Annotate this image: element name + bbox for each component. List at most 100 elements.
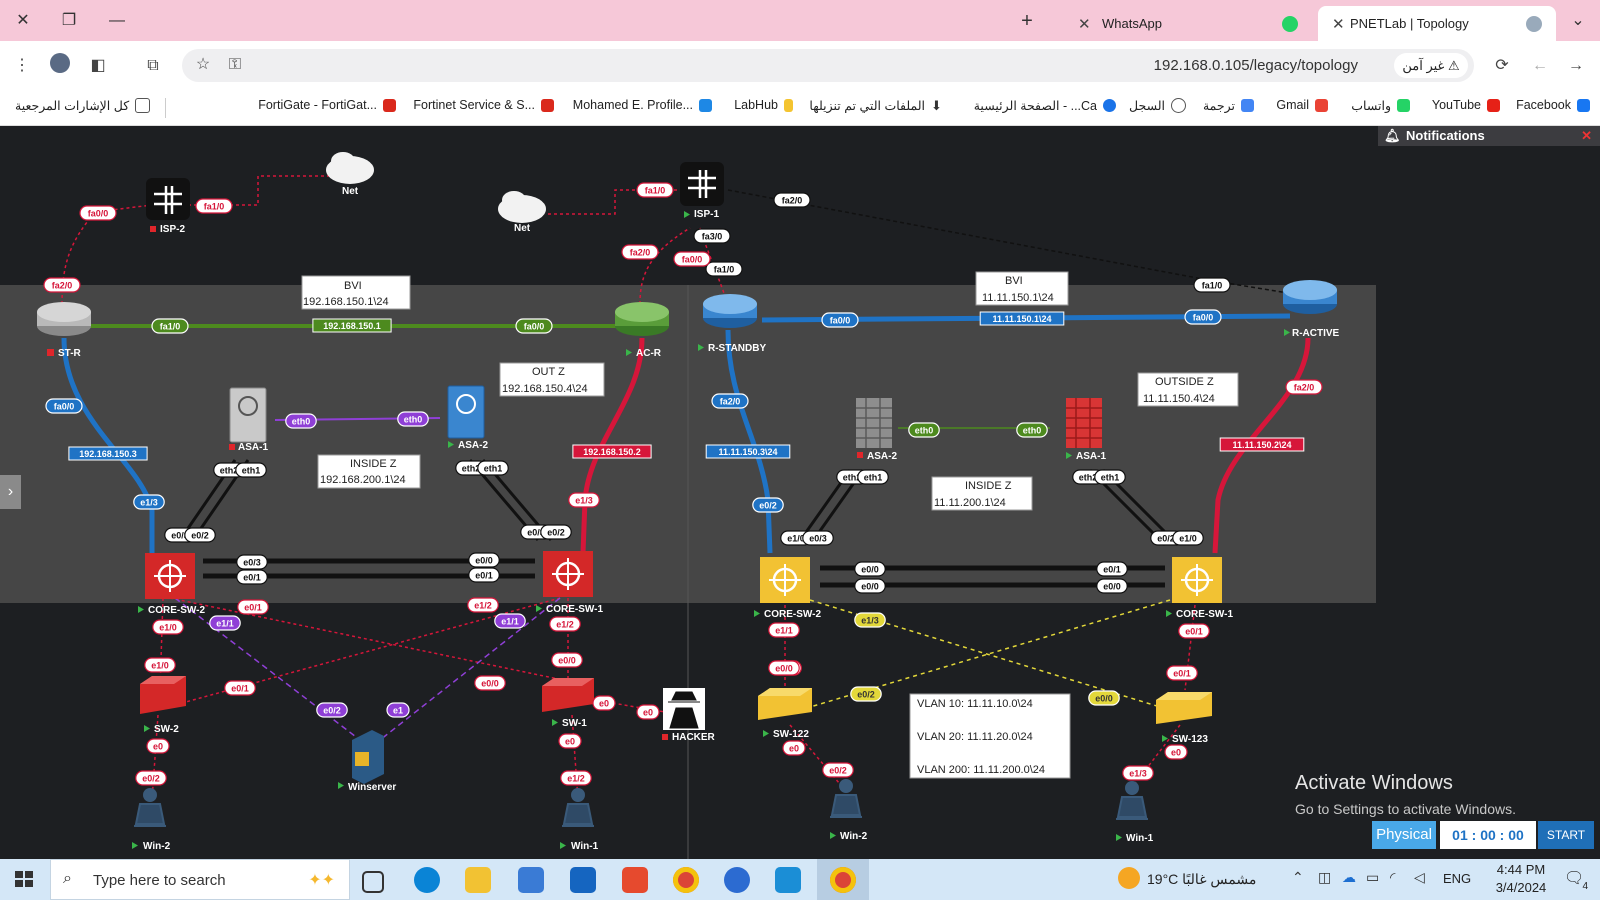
port-label-text: e1/0 xyxy=(159,623,177,633)
new-tab-button[interactable]: + xyxy=(1014,8,1040,34)
node-win1-right[interactable]: Win-1 xyxy=(1116,781,1154,844)
battery-icon[interactable]: ▭ xyxy=(1366,869,1379,886)
chrome-active-button[interactable] xyxy=(817,859,869,900)
node-label: Winserver xyxy=(348,782,396,793)
chrome-icon[interactable] xyxy=(673,867,699,893)
close-notifications-icon[interactable]: ✕ xyxy=(1581,126,1592,146)
close-window-icon[interactable]: ✕ xyxy=(10,8,36,34)
port-label-text: e0/2 xyxy=(142,774,160,784)
text-box-insidez-left[interactable]: INSIDE Z 192.168.200.1\24 xyxy=(317,454,421,489)
bookmark-star-icon[interactable]: ☆ xyxy=(190,52,216,78)
node-win2-right[interactable]: Win-2 xyxy=(830,779,868,842)
tab-close-icon[interactable]: ✕ xyxy=(1332,15,1345,33)
bookmark-fortinet[interactable]: Fortinet Service & S... xyxy=(413,98,554,112)
bookmark-whatsapp[interactable]: واتساب xyxy=(1351,98,1410,113)
all-bookmarks[interactable]: كل الإشارات المرجعية xyxy=(15,98,151,113)
node-sw-122[interactable]: SW-122 xyxy=(758,688,812,740)
bookmark-translate[interactable]: ترجمة xyxy=(1203,98,1254,113)
side-menu-toggle-icon[interactable]: › xyxy=(0,475,21,509)
link-coresw2-winserver[interactable] xyxy=(174,597,361,741)
language-indicator[interactable]: ENG xyxy=(1443,871,1471,886)
node-hacker[interactable]: HACKER xyxy=(662,688,716,743)
minimize-window-icon[interactable]: — xyxy=(104,8,130,34)
port-label: e1/1 xyxy=(768,622,800,638)
node-win1-left[interactable]: Win-1 xyxy=(560,788,599,852)
node-win2-left[interactable]: Win-2 xyxy=(132,788,171,852)
bookmark-home[interactable]: الصفحة الرئيسية - ...Ca xyxy=(974,98,1116,113)
tab-pnetlab-topology[interactable]: ✕ PNETLab | Topology xyxy=(1318,6,1556,41)
vmware-icon[interactable] xyxy=(775,867,801,893)
onedrive-icon[interactable]: ☁ xyxy=(1342,869,1356,886)
physical-mode-button[interactable]: Physical xyxy=(1372,821,1436,849)
notifications-panel[interactable]: 🔔︎ Notifications ✕ xyxy=(1378,126,1600,146)
link-label-text: 192.168.150.3 xyxy=(79,449,137,459)
clock[interactable]: 4:44 PM 3/4/2024 xyxy=(1486,862,1556,895)
text-box-outz-left[interactable]: OUT Z 192.168.150.4\24 xyxy=(499,362,605,397)
text-box-vlans[interactable]: VLAN 10: 11.11.10.0\24 VLAN 20: 11.11.20… xyxy=(909,693,1071,779)
text-box-bvi-left[interactable]: BVI 192.168.150.1\24 xyxy=(301,275,411,310)
weather-text[interactable]: 19°C مشمس غالبًا xyxy=(1147,871,1256,888)
notification-center-icon[interactable]: 🗨︎ 4 xyxy=(1564,868,1588,892)
port-label-text: fa2/0 xyxy=(720,397,741,407)
node-sw2[interactable]: SW-2 xyxy=(140,676,186,735)
tray-chevron-icon[interactable]: ⌃ xyxy=(1292,869,1304,886)
text-box-outsidez-right[interactable]: OUTSIDE Z 11.11.150.4\24 xyxy=(1137,372,1239,407)
wifi-icon[interactable]: ◜ xyxy=(1390,869,1395,886)
link-coresw1-winserver[interactable] xyxy=(379,597,561,741)
bookmark-downloads[interactable]: الملفات التي تم تنزيلها ⬇ xyxy=(809,98,944,113)
node-sw-123[interactable]: SW-123 xyxy=(1156,692,1212,745)
link-coresw2-sw1[interactable] xyxy=(169,597,564,681)
side-panel-icon[interactable]: ◧ xyxy=(85,53,111,79)
file-explorer-icon[interactable] xyxy=(465,867,491,893)
node-net-1[interactable]: Net xyxy=(326,152,374,197)
text-box-bvi-right[interactable]: BVI 11.11.150.1\24 xyxy=(975,271,1069,306)
bookmark-profile[interactable]: Mohamed E. Profile... xyxy=(573,98,712,112)
bookmark-youtube[interactable]: YouTube xyxy=(1432,98,1500,112)
profile-avatar[interactable] xyxy=(47,53,73,79)
extensions-icon[interactable]: ⧉ xyxy=(140,53,166,79)
back-icon[interactable]: ← xyxy=(1527,53,1553,79)
tab-close-icon[interactable]: ✕ xyxy=(1078,15,1091,33)
windows-start-icon[interactable] xyxy=(12,867,38,893)
topology-svg[interactable]: BVI 192.168.150.1\24 OUT Z 192.168.150.4… xyxy=(0,126,1600,859)
node-winserver[interactable]: Winserver xyxy=(338,730,396,793)
store-icon[interactable] xyxy=(518,867,544,893)
port-label: e0/0 xyxy=(551,652,583,668)
url-text[interactable]: 192.168.0.105/legacy/topology xyxy=(1154,57,1358,74)
app-icon[interactable] xyxy=(724,867,750,893)
meet-icon[interactable]: ◫ xyxy=(1318,869,1331,886)
node-sw1[interactable]: SW-1 xyxy=(542,678,594,729)
node-isp1[interactable]: ISP-1 xyxy=(680,162,724,220)
omnibox[interactable]: ☆ ⚿ 192.168.0.105/legacy/topology غير آم… xyxy=(182,49,1474,82)
forward-icon[interactable]: → xyxy=(1563,53,1589,79)
restore-window-icon[interactable]: ❐ xyxy=(56,8,82,34)
tab-whatsapp[interactable]: ✕ WhatsApp xyxy=(1064,6,1326,41)
start-button[interactable]: START xyxy=(1538,821,1594,849)
lab-timer[interactable]: 01 : 00 : 00 xyxy=(1440,821,1536,849)
node-r-active[interactable]: R-ACTIVE xyxy=(1283,280,1340,339)
node-label: ASA-1 xyxy=(238,442,268,453)
bookmark-history[interactable]: السجل xyxy=(1129,98,1186,113)
bookmark-labhub[interactable]: LabHub xyxy=(734,98,793,112)
volume-icon[interactable]: ◁ xyxy=(1414,869,1425,886)
node-asa2-right[interactable]: ASA-2 xyxy=(856,398,897,462)
task-view-icon[interactable] xyxy=(362,871,384,893)
port-label: fa1/0 xyxy=(151,318,189,334)
bookmark-fortigate[interactable]: FortiGate - FortiGat... xyxy=(258,98,396,112)
app-icon[interactable] xyxy=(622,867,648,893)
bookmark-facebook[interactable]: Facebook xyxy=(1516,98,1590,112)
taskbar-search[interactable]: ⌕ Type here to search ✦✦ xyxy=(50,859,350,900)
password-key-icon[interactable]: ⚿ xyxy=(222,52,248,78)
node-net-2[interactable]: Net xyxy=(498,191,546,234)
bookmark-gmail[interactable]: Gmail xyxy=(1276,98,1328,112)
reload-icon[interactable]: ⟳ xyxy=(1489,53,1515,79)
edge-icon[interactable] xyxy=(414,867,440,893)
security-chip[interactable]: غير آمن ⚠ xyxy=(1394,53,1468,78)
port-label-text: eth1 xyxy=(864,473,883,483)
topology-canvas[interactable]: BVI 192.168.150.1\24 OUT Z 192.168.150.4… xyxy=(0,126,1600,859)
menu-dots-icon[interactable]: ⋮ xyxy=(9,53,35,79)
tab-search-chevron-icon[interactable]: ⌄ xyxy=(1565,8,1591,34)
mail-icon[interactable] xyxy=(570,867,596,893)
node-isp2[interactable]: ISP-2 xyxy=(146,178,190,235)
text-box-insidez-right[interactable]: INSIDE Z 11.11.200.1\24 xyxy=(931,476,1033,511)
